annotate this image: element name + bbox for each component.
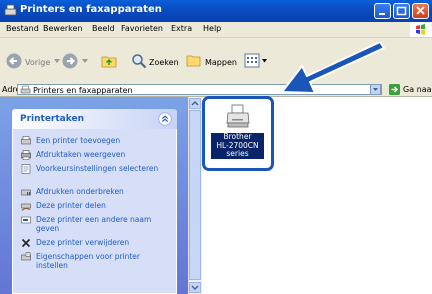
printer-folder-icon: [4, 4, 17, 16]
close-icon: [416, 6, 425, 15]
chevron-up-icon: [191, 101, 199, 106]
close-button[interactable]: [412, 3, 429, 19]
menu-beeld[interactable]: Beeld: [92, 24, 115, 33]
task-share-printer[interactable]: Deze printer delen: [21, 201, 171, 211]
collapse-icon[interactable]: [158, 112, 172, 126]
task-select-preferences[interactable]: Voorkeursinstellingen selecteren: [21, 164, 171, 174]
scroll-thumb[interactable]: [189, 110, 201, 280]
menu-bewerken[interactable]: Bewerken: [43, 24, 83, 33]
annotation-arrow: [281, 42, 385, 94]
printer-item[interactable]: Brother HL-2700CN series: [202, 96, 274, 171]
preferences-icon: [21, 164, 31, 174]
scroll-up-button[interactable]: [189, 98, 201, 109]
title-bar[interactable]: Printers en faxapparaten: [0, 0, 432, 22]
task-label: Een printer toevoegen: [36, 136, 121, 145]
task-label: Afdruktaken weergeven: [36, 150, 126, 159]
printer-tasks-header[interactable]: Printertaken: [12, 109, 177, 129]
task-pane: Printertaken Een printer toevoegen Afdru…: [0, 97, 188, 294]
menu-bar: Bestand Bewerken Beeld Favorieten Extra …: [0, 22, 432, 38]
rename-icon: [21, 216, 31, 224]
task-label: Deze printer delen: [36, 201, 106, 210]
task-label: Voorkeursinstellingen selecteren: [36, 164, 159, 173]
minimize-button[interactable]: [374, 3, 391, 19]
scroll-down-button[interactable]: [189, 282, 201, 293]
task-view-print-jobs[interactable]: Afdruktaken weergeven: [21, 150, 171, 160]
go-button[interactable]: Ga naar: [403, 85, 432, 94]
chevron-down-icon: [191, 285, 199, 290]
forward-dropdown-icon[interactable]: [82, 59, 88, 64]
folders-button[interactable]: Mappen: [205, 58, 237, 67]
task-delete-printer[interactable]: Deze printer verwijderen: [21, 238, 171, 248]
printer-icon: [226, 104, 250, 128]
menu-favorieten[interactable]: Favorieten: [121, 24, 163, 33]
search-button[interactable]: Zoeken: [149, 58, 179, 67]
menu-help[interactable]: Help: [203, 24, 221, 33]
views-icon[interactable]: [244, 53, 260, 68]
printer-name-label: Brother HL-2700CN series: [211, 132, 264, 159]
address-value: Printers en faxapparaten: [33, 86, 133, 95]
task-label: Eigenschappen voor printer instellen: [36, 252, 141, 270]
printer-series: series: [226, 149, 249, 158]
printer-tasks-list: Een printer toevoegen Afdruktaken weerge…: [12, 129, 177, 294]
views-dropdown-icon[interactable]: [262, 59, 267, 63]
explorer-window: Printers en faxapparaten Bestand Bewerke…: [0, 0, 432, 294]
back-dropdown-icon[interactable]: [54, 59, 60, 64]
back-arrow-icon[interactable]: [6, 53, 22, 69]
menu-extra[interactable]: Extra: [171, 24, 192, 33]
maximize-icon: [396, 6, 407, 16]
printer-folder-small-icon: [20, 85, 31, 94]
maximize-button[interactable]: [393, 3, 410, 19]
print-jobs-icon: [21, 150, 31, 160]
delete-icon: [21, 238, 31, 248]
share-printer-icon: [21, 203, 31, 211]
forward-arrow-icon[interactable]: [62, 53, 78, 69]
task-label: Afdrukken onderbreken: [36, 187, 124, 196]
task-add-printer[interactable]: Een printer toevoegen: [21, 136, 171, 146]
folders-icon[interactable]: [185, 52, 203, 69]
window-title: Printers en faxapparaten: [20, 4, 162, 15]
windows-logo-icon: [410, 22, 432, 37]
task-label: Deze printer een andere naam geven: [36, 215, 152, 233]
properties-icon: [21, 252, 31, 261]
task-label: Deze printer verwijderen: [36, 238, 130, 247]
vertical-scrollbar[interactable]: [188, 97, 202, 294]
task-printer-properties[interactable]: Eigenschappen voor printer instellen: [21, 252, 171, 270]
back-button[interactable]: Vorige: [25, 58, 50, 67]
add-printer-icon: [21, 136, 31, 145]
search-icon[interactable]: [131, 53, 147, 69]
pause-printing-icon: [21, 189, 31, 196]
printer-tasks-title: Printertaken: [20, 114, 85, 124]
up-folder-icon[interactable]: [100, 52, 118, 70]
menu-bestand[interactable]: Bestand: [6, 24, 39, 33]
minimize-icon: [379, 13, 385, 15]
task-rename-printer[interactable]: Deze printer een andere naam geven: [21, 215, 171, 233]
task-pause-printing[interactable]: Afdrukken onderbreken: [21, 187, 171, 197]
